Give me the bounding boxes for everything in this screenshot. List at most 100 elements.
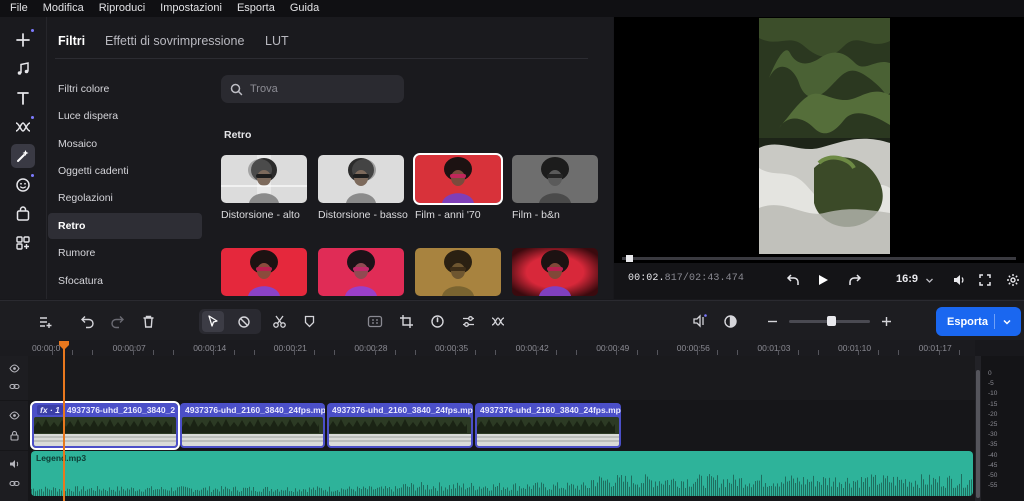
filter-thumb-glitch-low[interactable]: [318, 155, 404, 203]
adjust-button[interactable]: [459, 312, 477, 330]
export-dropdown-icon[interactable]: [1002, 317, 1012, 327]
link-icon[interactable]: [9, 382, 20, 391]
search-input[interactable]: [250, 83, 390, 95]
filter-thumb-red-vignette[interactable]: [512, 248, 598, 296]
undo-button[interactable]: [78, 312, 96, 330]
aspect-ratio-select[interactable]: 16:9: [896, 273, 918, 285]
zoom-in-button[interactable]: [877, 312, 895, 330]
category-mosaico[interactable]: Mosaico: [48, 131, 202, 157]
category-retro[interactable]: Retro: [48, 213, 202, 239]
snap-button[interactable]: [721, 312, 739, 330]
transitions-button[interactable]: [11, 115, 35, 139]
waveform-bar: [419, 486, 420, 496]
menu-esporta[interactable]: Esporta: [237, 0, 275, 17]
effects-button[interactable]: [11, 144, 35, 168]
link-icon[interactable]: [9, 479, 20, 488]
export-button[interactable]: Esporta: [936, 307, 1021, 336]
waveform-bar: [571, 483, 572, 496]
transition-tool-button[interactable]: [489, 312, 507, 330]
filter-thumb-red[interactable]: [221, 248, 307, 296]
menu-impostazioni[interactable]: Impostazioni: [160, 0, 222, 17]
ruler-label: 00:01:03: [757, 343, 791, 353]
eye-icon[interactable]: [9, 364, 20, 373]
filter-thumb-seventies[interactable]: [413, 153, 503, 205]
add-track-button[interactable]: [36, 312, 54, 330]
waveform-bar: [745, 484, 746, 496]
volume-button[interactable]: [950, 271, 968, 289]
menu-file[interactable]: File: [10, 0, 28, 17]
stickers-button[interactable]: [11, 173, 35, 197]
menu-guida[interactable]: Guida: [290, 0, 319, 17]
audio-button[interactable]: [11, 57, 35, 81]
text-button[interactable]: [11, 86, 35, 110]
filter-thumb-red-pink[interactable]: [318, 248, 404, 296]
playhead-handle[interactable]: [58, 340, 70, 351]
scrollbar-thumb[interactable]: [976, 370, 980, 498]
waveform-bar: [259, 491, 260, 496]
menu-modifica[interactable]: Modifica: [43, 0, 84, 17]
menu-riproduci[interactable]: Riproduci: [99, 0, 145, 17]
add-media-button[interactable]: [11, 28, 35, 52]
audio-clip[interactable]: Legend.mp3: [31, 451, 973, 496]
undo-frame-button[interactable]: [784, 271, 802, 289]
waveform-bar: [501, 490, 502, 496]
filter-thumb-sepia[interactable]: [415, 248, 501, 296]
waveform-bar: [663, 484, 664, 496]
tab-filtri[interactable]: Filtri: [58, 34, 85, 48]
waveform-bar: [187, 487, 188, 496]
ruler-tick: [52, 350, 54, 355]
waveform-bar: [733, 474, 734, 496]
waveform-bar: [631, 475, 632, 496]
marker-button[interactable]: [300, 312, 318, 330]
video-clip-4[interactable]: 4937376-uhd_2160_3840_24fps.mp: [475, 403, 621, 448]
captions-button[interactable]: [366, 312, 384, 330]
video-clip-3[interactable]: 4937376-uhd_2160_3840_24fps.mp: [327, 403, 473, 448]
redo-button[interactable]: [108, 312, 126, 330]
waveform-bar: [489, 490, 490, 496]
filter-thumb-glitch-high[interactable]: [221, 155, 307, 203]
waveform-bar: [271, 489, 272, 496]
waveform-bar: [421, 482, 422, 496]
play-button[interactable]: [814, 271, 832, 289]
waveform-bar: [857, 480, 858, 496]
waveform-bar: [495, 486, 496, 496]
category-sfocatura[interactable]: Sfocatura: [48, 268, 202, 294]
category-oggetti-cadenti[interactable]: Oggetti cadenti: [48, 158, 202, 184]
waveform-bar: [705, 487, 706, 496]
split-button[interactable]: [270, 312, 288, 330]
fullscreen-button[interactable]: [976, 271, 994, 289]
category-rumore[interactable]: Rumore: [48, 240, 202, 266]
disable-tool-button[interactable]: [235, 313, 253, 331]
speed-button[interactable]: [428, 312, 446, 330]
tab-lut[interactable]: LUT: [265, 34, 289, 48]
video-clip-2[interactable]: 4937376-uhd_2160_3840_24fps.mp: [180, 403, 325, 448]
waveform-bar: [167, 490, 168, 496]
templates-button[interactable]: [11, 231, 35, 255]
zoom-out-button[interactable]: [763, 312, 781, 330]
lock-icon[interactable]: [9, 430, 20, 441]
audio-detach-button[interactable]: [691, 312, 709, 330]
filter-thumb-bw[interactable]: [512, 155, 598, 203]
redo-frame-button[interactable]: [846, 271, 864, 289]
video-clip-1[interactable]: fx · 1 4937376-uhd_2160_3840_2: [30, 401, 180, 450]
tab-effetti-sovrimpressione[interactable]: Effetti di sovrimpressione: [105, 34, 244, 48]
waveform-bar: [721, 483, 722, 496]
scrubber-handle[interactable]: [625, 255, 633, 262]
waveform-bar: [683, 481, 684, 496]
category-luce-dispera[interactable]: Luce dispera: [48, 103, 202, 129]
search-box[interactable]: [221, 75, 404, 103]
ratio-dropdown[interactable]: [920, 271, 938, 289]
speaker-icon[interactable]: [9, 459, 21, 469]
fx-badge[interactable]: fx · 1: [37, 405, 63, 415]
preview-settings-button[interactable]: [1004, 271, 1022, 289]
timeline-ruler[interactable]: 00:00:0 00:00:07 00:00:14 00:00:21 00:00:28 0…: [0, 340, 975, 356]
select-tool-button[interactable]: [202, 311, 224, 332]
elements-button[interactable]: [11, 202, 35, 226]
eye-icon[interactable]: [9, 411, 20, 420]
category-filtri-colore[interactable]: Filtri colore: [48, 76, 202, 102]
preview-scrubber[interactable]: [622, 257, 1016, 260]
crop-button[interactable]: [397, 312, 415, 330]
zoom-slider-handle[interactable]: [827, 316, 837, 326]
delete-button[interactable]: [139, 312, 157, 330]
category-regolazioni[interactable]: Regolazioni: [48, 185, 202, 211]
